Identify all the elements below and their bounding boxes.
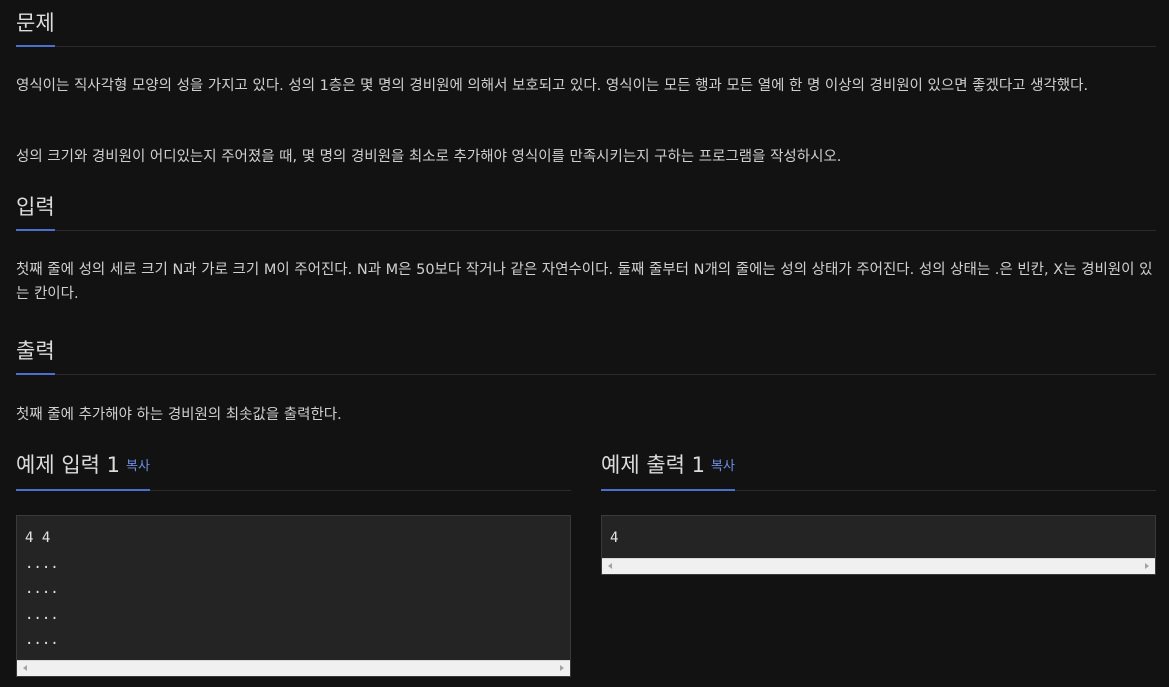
input-title: 입력 <box>16 192 55 231</box>
problem-title: 문제 <box>16 8 55 47</box>
sample-output-header: 예제 출력 1 복사 <box>601 450 1156 491</box>
scroll-right-arrow-icon[interactable] <box>560 664 564 671</box>
scroll-left-arrow-icon[interactable] <box>608 562 612 569</box>
sample-input-title-text: 예제 입력 1 <box>16 453 120 477</box>
output-description: 첫째 줄에 추가해야 하는 경비원의 최솟값을 출력한다. <box>16 407 342 423</box>
output-title: 출력 <box>16 336 55 375</box>
scroll-left-arrow-icon[interactable] <box>23 664 27 671</box>
sample-input-box: 4 4 .... .... .... .... <box>16 515 571 677</box>
sample-input-content: 4 4 .... .... .... .... <box>25 530 59 648</box>
copy-sample-output-button[interactable]: 복사 <box>711 459 735 474</box>
problem-section-header: 문제 <box>16 8 1156 47</box>
sample-input-scrollbar[interactable] <box>17 659 570 676</box>
sample-input-panel: 예제 입력 1 복사 4 4 .... .... .... .... <box>16 450 571 677</box>
copy-sample-input-button[interactable]: 복사 <box>126 459 150 474</box>
sample-output-title: 예제 출력 1 복사 <box>601 450 735 491</box>
output-section-header: 출력 <box>16 336 1156 375</box>
sample-output-panel: 예제 출력 1 복사 4 <box>601 450 1156 575</box>
sample-output-box: 4 <box>601 515 1156 575</box>
sample-output-scrollbar[interactable] <box>602 557 1155 574</box>
input-description: 첫째 줄에 성의 세로 크기 N과 가로 크기 M이 주어진다. N과 M은 5… <box>16 262 1153 302</box>
sample-input-header: 예제 입력 1 복사 <box>16 450 571 491</box>
scroll-right-arrow-icon[interactable] <box>1145 562 1149 569</box>
problem-description-2: 성의 크기와 경비원이 어디있는지 주어졌을 때, 몇 명의 경비원을 최소로 … <box>16 149 842 165</box>
sample-output-content: 4 <box>610 530 619 546</box>
problem-description-1: 영식이는 직사각형 모양의 성을 가지고 있다. 성의 1층은 몇 명의 경비원… <box>16 78 1089 94</box>
input-section-header: 입력 <box>16 192 1156 231</box>
sample-input-title: 예제 입력 1 복사 <box>16 450 150 491</box>
sample-output-title-text: 예제 출력 1 <box>601 453 705 477</box>
